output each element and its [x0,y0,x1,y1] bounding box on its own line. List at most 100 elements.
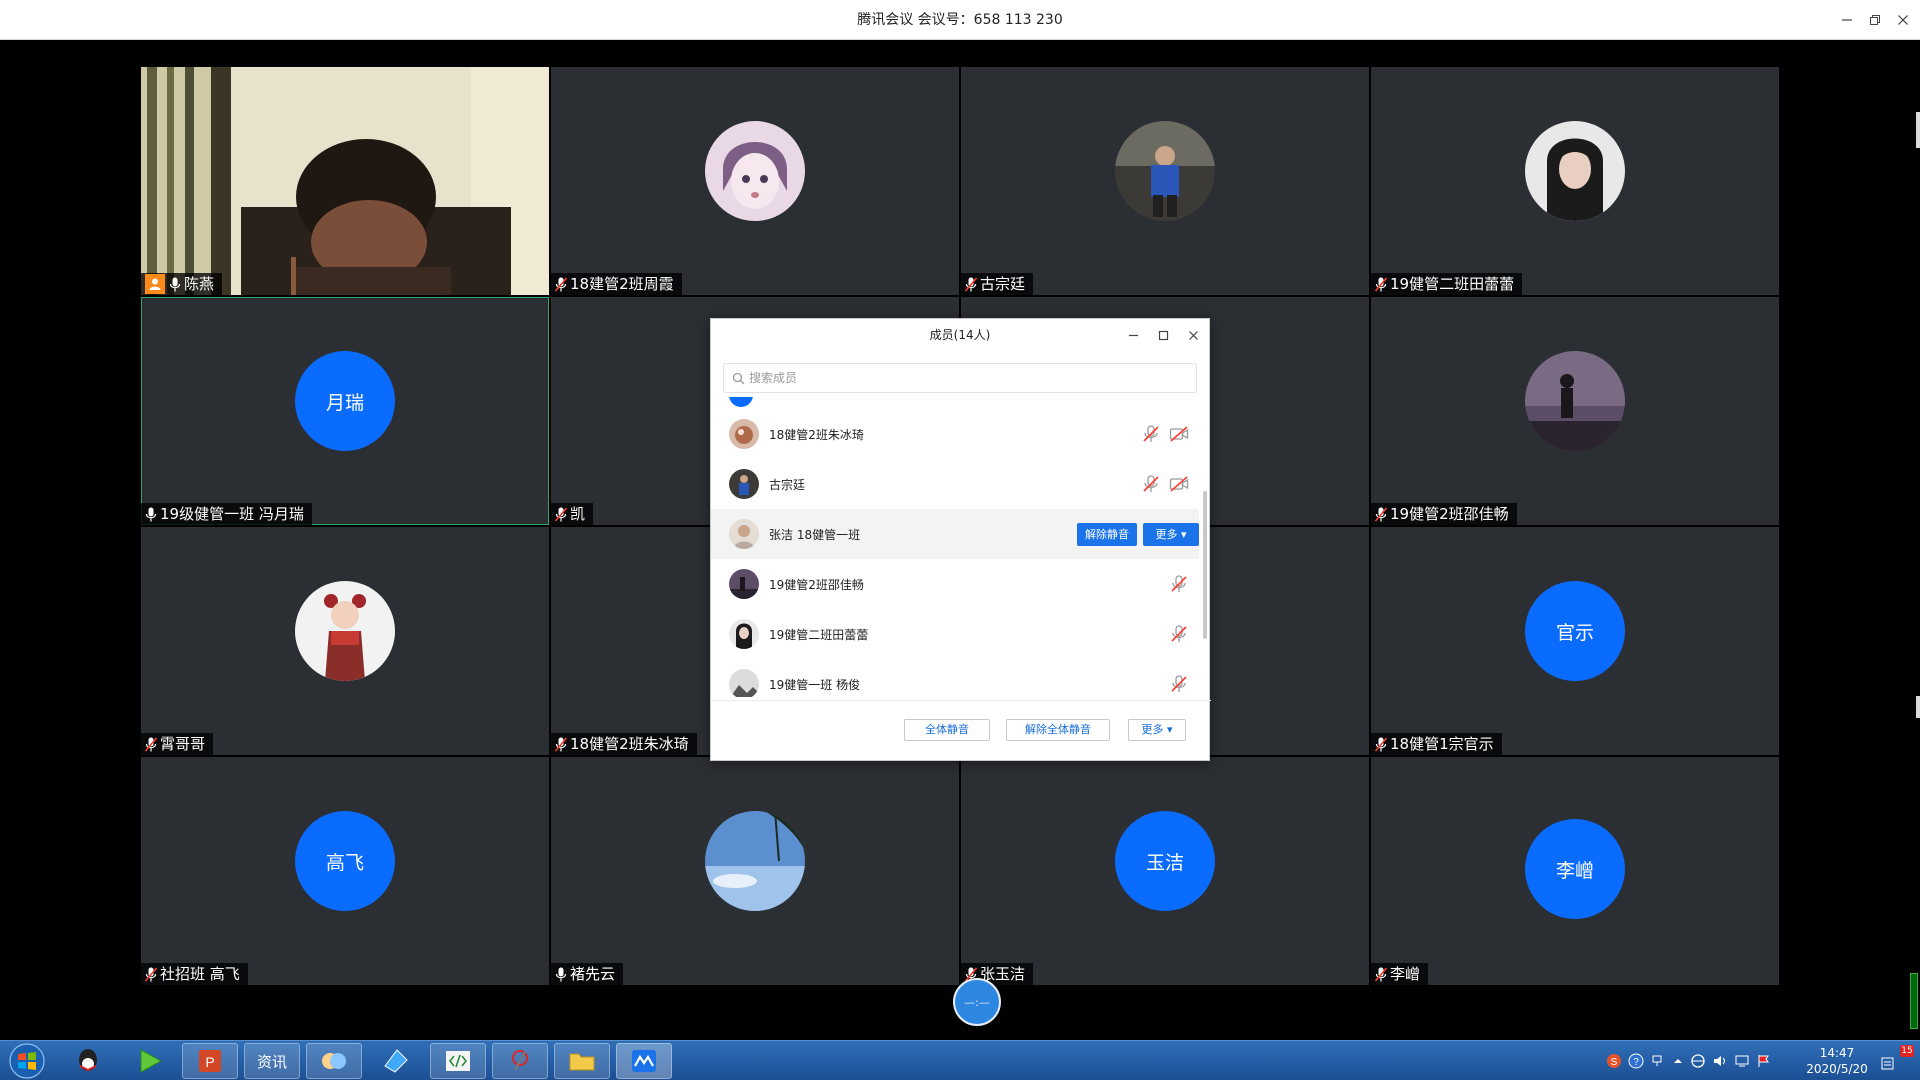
member-avatar [729,397,753,407]
unmute-button[interactable]: 解除静音 [1077,523,1137,546]
globe-icon[interactable] [1690,1053,1706,1069]
mic-muted-icon[interactable] [1141,474,1161,494]
start-button[interactable] [4,1042,50,1080]
avatar-girl-icon [1525,121,1625,221]
member-row[interactable]: 古宗廷 [711,459,1199,509]
participant-name-bar: 陈燕 [141,273,223,295]
avatar-landscape-icon [729,669,759,697]
member-list-scrollbar[interactable] [1203,491,1207,639]
window-title: 腾讯会议 会议号：658 113 230 [857,12,1063,28]
video-tile[interactable]: 古宗廷 [961,67,1369,295]
mute-all-button[interactable]: 全体静音 [904,719,990,741]
taskbar-tool[interactable] [492,1043,548,1079]
participant-avatar: 月瑞 [295,351,395,451]
toolbar-toggle-button[interactable]: —:— [953,978,1001,1026]
host-badge [145,274,165,294]
display-icon[interactable] [1734,1053,1750,1069]
taskbar-meeting[interactable] [616,1043,672,1079]
participant-name: 19健管2班邵佳畅 [1390,505,1509,523]
notification-icon[interactable] [1880,1055,1896,1071]
mic-muted-icon [1375,506,1387,522]
camera-off-icon[interactable] [1169,474,1189,494]
chevron-up-icon[interactable] [1670,1053,1686,1069]
restore-button[interactable] [1862,8,1888,32]
mic-muted-icon [555,506,567,522]
participant-name: 18建管2班周霞 [570,275,674,293]
flag-icon[interactable] [1756,1053,1772,1069]
taskbar-news[interactable]: 资讯 [244,1043,300,1079]
video-tile[interactable]: 月瑞 19级健管一班 冯月瑞 [141,297,549,525]
panel-minimize-button[interactable] [1121,323,1145,347]
member-name: 18健管2班朱冰琦 [769,427,864,442]
taskbar-folder[interactable] [554,1043,610,1079]
mic-muted-icon[interactable] [1169,574,1189,594]
participant-name-bar: 19健管2班邵佳畅 [1371,503,1517,525]
taskbar-qq[interactable] [60,1043,116,1079]
mic-muted-icon[interactable] [1169,674,1189,694]
taskbar-browser[interactable] [368,1043,424,1079]
mic-muted-icon[interactable] [1169,624,1189,644]
volume-meter [1910,973,1918,1029]
help-icon[interactable]: ? [1628,1053,1644,1069]
participant-avatar [705,811,805,911]
footer-more-button[interactable]: 更多 ▾ [1128,719,1186,741]
video-tile[interactable]: 陈燕 [141,67,549,295]
system-tray: S ? 14:47 2020/5/20 15 [1590,1041,1920,1080]
participant-name: 霄哥哥 [160,735,206,753]
mic-muted-icon[interactable] [1141,424,1161,444]
participant-name-bar: 19健管二班田蕾蕾 [1371,273,1523,295]
taskbar-player[interactable] [122,1043,178,1079]
panel-close-button[interactable] [1181,323,1205,347]
taskbar-code[interactable] [430,1043,486,1079]
taskbar: P 资讯 S ? 14:47 2020/5/20 15 [0,1040,1920,1080]
member-more-button[interactable]: 更多 ▾ [1143,523,1199,546]
close-button[interactable] [1890,8,1916,32]
volume-icon[interactable] [1712,1053,1728,1069]
edge-handle[interactable] [1916,696,1920,718]
taskbar-chat[interactable] [306,1043,362,1079]
member-row[interactable]: 19健管二班田蕾蕾 [711,609,1199,659]
member-row[interactable]: 18健管2班朱冰琦 [711,409,1199,459]
sogou-icon[interactable]: S [1606,1053,1622,1069]
member-row[interactable]: 张洁 18健管一班 解除静音 更多 ▾ [711,509,1199,559]
member-row[interactable]: 19健管一班 杨俊 [711,659,1199,697]
video-tile[interactable]: 官示 18健管1宗官示 [1371,527,1779,755]
unmute-all-button[interactable]: 解除全体静音 [1006,719,1110,741]
member-row[interactable]: 19健管2班邵佳畅 [711,559,1199,609]
avatar-sunset-icon [1525,351,1625,451]
clock[interactable]: 14:47 2020/5/20 [1802,1045,1872,1077]
video-tile[interactable]: 18建管2班周霞 [551,67,959,295]
video-tile[interactable]: 19健管二班田蕾蕾 [1371,67,1779,295]
avatar-sunset-icon [729,569,759,599]
member-name: 19健管2班邵佳畅 [769,577,864,592]
panel-maximize-button[interactable] [1151,323,1175,347]
search-input[interactable] [749,371,1169,385]
player-icon [140,1049,163,1073]
network-icon[interactable] [1650,1053,1666,1069]
mic-muted-icon [965,276,977,292]
minimize-button[interactable] [1834,8,1860,32]
participant-avatar [705,121,805,221]
right-edge [1913,40,1920,1040]
mic-muted-icon [145,966,157,982]
video-tile[interactable]: 高飞 社招班 高飞 [141,757,549,985]
chat-icon [322,1053,346,1069]
edge-handle[interactable] [1916,112,1920,148]
member-name: 张洁 18健管一班 [769,527,861,542]
taskbar-powerpoint[interactable]: P [182,1043,238,1079]
member-list: 18健管2班朱冰琦 古宗廷 张洁 18健管一班 解除静音 更多 ▾ 19健管2班… [711,397,1211,697]
member-avatar [729,419,759,449]
video-tile[interactable]: 李嶒 李嶒 [1371,757,1779,985]
news-label: 资讯 [256,1053,287,1071]
video-tile[interactable]: 玉洁 张玉洁 [961,757,1369,985]
video-tile[interactable]: 褚先云 [551,757,959,985]
member-search[interactable] [723,363,1197,393]
restore-icon [1870,15,1880,25]
camera-off-icon[interactable] [1169,424,1189,444]
participant-name: 陈燕 [184,275,215,293]
notification-badge: 15 [1900,1045,1914,1057]
video-tile[interactable]: 霄哥哥 [141,527,549,755]
participant-name: 褚先云 [570,965,616,983]
video-tile[interactable]: 19健管2班邵佳畅 [1371,297,1779,525]
avatar-food-icon [729,419,759,449]
